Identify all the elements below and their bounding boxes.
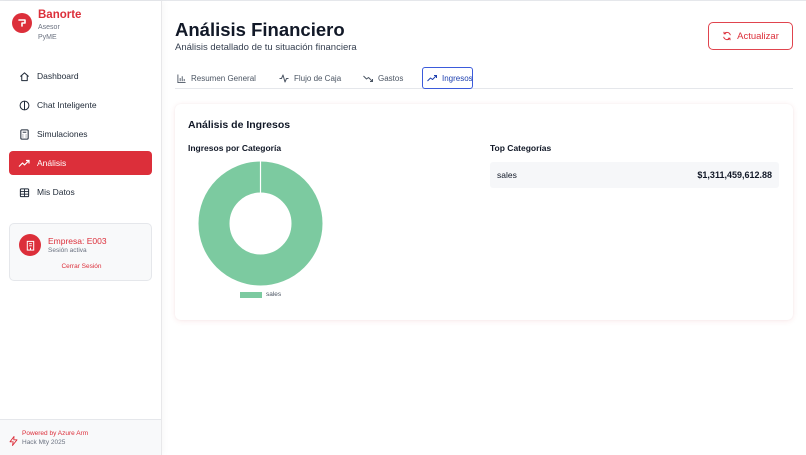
brand-name: Banorte <box>38 9 82 21</box>
page-title: Análisis Financiero <box>175 19 345 40</box>
sidebar-item-label: Análisis <box>37 158 67 168</box>
tab-label: Ingresos <box>442 73 473 83</box>
main-content: Análisis Financiero Análisis detallado d… <box>162 1 806 455</box>
tab-flujo-de-caja[interactable]: Flujo de Caja <box>279 67 341 89</box>
income-analysis-card: Análisis de Ingresos Ingresos por Catego… <box>175 104 793 320</box>
tab-label: Resumen General <box>191 73 256 83</box>
tab-gastos[interactable]: Gastos <box>363 67 403 89</box>
brand: Banorte Asesor PyME <box>12 9 81 42</box>
building-icon <box>19 234 41 256</box>
sidebar-item-mis-datos[interactable]: Mis Datos <box>9 180 152 204</box>
category-value: $1,311,459,612.88 <box>697 170 772 180</box>
legend-label: sales <box>266 291 282 298</box>
footer-powered-by: Powered by Azure Arm <box>22 430 89 437</box>
sidebar-item-label: Simulaciones <box>37 129 88 139</box>
tab-label: Flujo de Caja <box>294 73 342 83</box>
top-category-row: sales $1,311,459,612.88 <box>490 162 779 188</box>
tab-ingresos[interactable]: Ingresos <box>422 67 473 89</box>
refresh-icon <box>722 31 732 41</box>
category-name: sales <box>497 170 517 180</box>
chart-title: Ingresos por Categoría <box>188 143 282 153</box>
zap-icon <box>9 433 18 451</box>
bar-chart-icon <box>177 73 186 83</box>
sidebar-item-label: Dashboard <box>37 71 79 81</box>
calculator-icon <box>18 128 30 140</box>
refresh-button[interactable]: Actualizar <box>708 22 793 50</box>
sidebar-nav: Dashboard Chat Inteligente Simulaciones … <box>9 64 152 209</box>
brand-line-2: PyME <box>38 34 57 41</box>
brand-line-1: Asesor <box>38 24 60 31</box>
database-icon <box>18 186 30 198</box>
sidebar-item-simulaciones[interactable]: Simulaciones <box>9 122 152 146</box>
sidebar-item-dashboard[interactable]: Dashboard <box>9 64 152 88</box>
home-icon <box>18 70 30 82</box>
tab-resumen-general[interactable]: Resumen General <box>177 67 256 89</box>
card-title: Análisis de Ingresos <box>188 119 291 131</box>
sidebar-item-label: Mis Datos <box>37 187 75 197</box>
sidebar-footer: Powered by Azure Arm Hack Mty 2025 <box>0 419 161 455</box>
sidebar-item-analisis[interactable]: Análisis <box>9 151 152 175</box>
refresh-label: Actualizar <box>737 30 779 42</box>
income-donut-chart <box>198 161 323 286</box>
trending-down-icon <box>363 74 373 83</box>
tab-label: Gastos <box>378 73 404 83</box>
activity-icon <box>279 74 289 83</box>
sidebar: Banorte Asesor PyME Dashboard Chat Intel… <box>0 1 162 455</box>
company-card: Empresa: E003 Sesión activa Cerrar Sesió… <box>9 223 152 281</box>
app-window: Banorte Asesor PyME Dashboard Chat Intel… <box>0 0 806 455</box>
chart-legend: sales <box>240 291 281 298</box>
brand-logo-icon <box>12 13 32 33</box>
trending-up-icon <box>18 157 30 169</box>
donut-chart-svg <box>198 161 323 286</box>
top-categories-title: Top Categorías <box>490 143 552 153</box>
legend-swatch <box>240 291 262 298</box>
brain-icon <box>18 99 30 111</box>
trending-up-icon <box>427 74 437 83</box>
sidebar-item-label: Chat Inteligente <box>37 100 97 110</box>
page-subtitle: Análisis detallado de tu situación finan… <box>175 42 357 53</box>
sidebar-item-chat[interactable]: Chat Inteligente <box>9 93 152 117</box>
footer-event: Hack Mty 2025 <box>22 439 66 446</box>
logout-link[interactable]: Cerrar Sesión <box>10 263 153 270</box>
session-status: Sesión activa <box>48 247 87 254</box>
tab-bar: Resumen General Flujo de Caja Gastos Ing… <box>175 67 793 89</box>
company-name: Empresa: E003 <box>48 236 107 246</box>
